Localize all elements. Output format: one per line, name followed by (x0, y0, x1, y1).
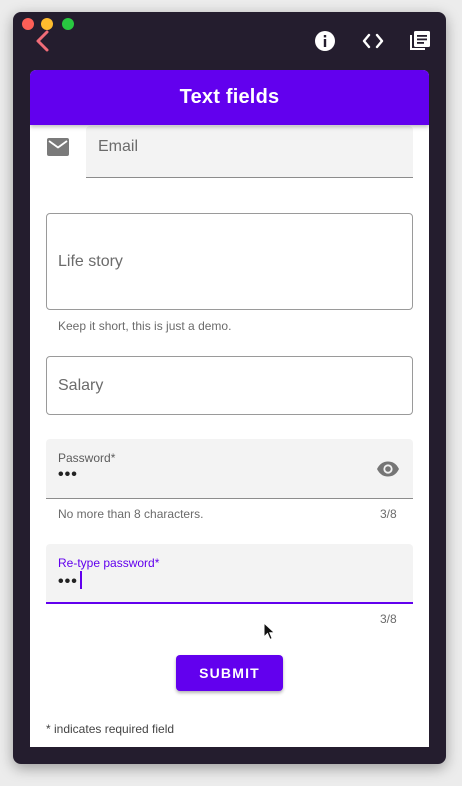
password-value: ••• (58, 466, 78, 483)
page-title: Text fields (179, 86, 280, 108)
code-icon[interactable] (361, 29, 385, 53)
app-screen: Text fields Email Life story Keep it sho… (30, 70, 429, 747)
info-icon[interactable] (313, 29, 337, 53)
email-field[interactable]: Email (86, 126, 413, 178)
life-story-field[interactable]: Life story (46, 213, 413, 310)
zoom-window-button[interactable] (62, 18, 74, 30)
mouse-pointer-icon (263, 622, 276, 641)
library-icon[interactable] (408, 29, 432, 53)
mail-icon (47, 138, 69, 156)
text-caret (79, 571, 82, 589)
password-label: Password* (58, 451, 116, 465)
salary-label: Salary (58, 377, 104, 394)
chevron-left-icon[interactable] (33, 29, 51, 53)
life-story-helper-text: Keep it short, this is just a demo. (58, 319, 232, 333)
life-story-label: Life story (58, 253, 123, 270)
retype-password-value-wrap: ••• (58, 571, 82, 591)
salary-field[interactable]: Salary (46, 356, 413, 415)
submit-button[interactable]: SUBMIT (176, 655, 283, 691)
password-field[interactable]: Password* ••• (46, 439, 413, 499)
email-label: Email (98, 138, 139, 155)
retype-password-char-counter: 3/8 (380, 612, 397, 626)
password-helper-text: No more than 8 characters. (58, 507, 204, 521)
retype-password-label: Re-type password* (58, 556, 160, 570)
required-field-note: * indicates required field (46, 722, 175, 736)
app-bar: Text fields (30, 70, 429, 125)
eye-icon[interactable] (376, 457, 400, 481)
retype-password-value: ••• (58, 573, 78, 590)
app-window: Text fields Email Life story Keep it sho… (13, 12, 446, 764)
retype-password-field[interactable]: Re-type password* ••• (46, 544, 413, 604)
password-char-counter: 3/8 (380, 507, 397, 521)
